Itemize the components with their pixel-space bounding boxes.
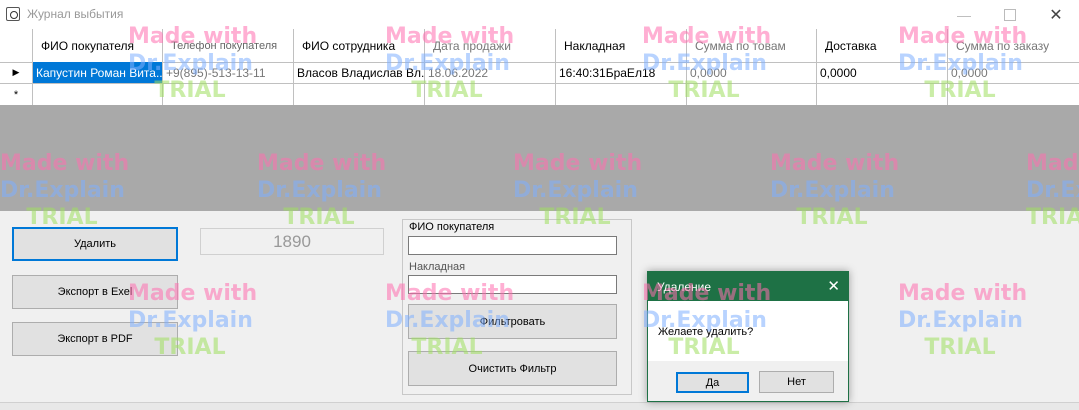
app-icon: [6, 7, 20, 21]
apply-filter-button[interactable]: Фильтровать: [408, 304, 617, 339]
cell-sum-goods[interactable]: 0,0000: [687, 62, 817, 83]
invoice-filter-input[interactable]: [408, 275, 617, 294]
new-cell[interactable]: [294, 84, 425, 105]
dialog-close-icon[interactable]: ✕: [827, 277, 840, 295]
row-header-corner: [0, 29, 33, 62]
cell-phone[interactable]: +9(895)-513-13-11: [163, 62, 294, 83]
minimize-button[interactable]: —: [941, 0, 987, 29]
new-cell[interactable]: [163, 84, 294, 105]
delete-button[interactable]: Удалить: [12, 227, 178, 261]
column-header-phone[interactable]: Телефон покупателя: [163, 29, 294, 62]
column-header-invoice[interactable]: Накладная: [556, 29, 687, 62]
watermark: Made withDr.ExplainTRIAL: [898, 281, 1028, 360]
new-row-marker: *: [0, 84, 33, 105]
new-cell[interactable]: [948, 84, 1079, 105]
maximize-button[interactable]: [987, 0, 1033, 29]
export-excel-button[interactable]: Экспорт в Exel: [12, 275, 178, 309]
column-header-employee[interactable]: ФИО сотрудника: [294, 29, 425, 62]
grid-header: ФИО покупателя Телефон покупателя ФИО со…: [0, 29, 1079, 63]
table-row[interactable]: ▶ Капустин Роман Вита... +9(895)-513-13-…: [0, 62, 1079, 84]
maximize-icon: [1004, 8, 1016, 21]
cell-date[interactable]: 18.06.2022: [425, 62, 556, 83]
close-button[interactable]: ✕: [1033, 0, 1079, 29]
new-cell[interactable]: [33, 84, 163, 105]
cell-employee[interactable]: Власов Владислав Вл...: [294, 62, 425, 83]
grid-empty-area: [0, 105, 1079, 211]
new-cell[interactable]: [817, 84, 948, 105]
dialog-message: Желаете удалить?: [658, 326, 754, 338]
title-bar: Журнал выбытия — ✕: [0, 0, 1079, 29]
buyer-filter-label: ФИО покупателя: [409, 221, 495, 233]
new-row[interactable]: *: [0, 84, 1079, 106]
cell-buyer[interactable]: Капустин Роман Вита...: [33, 62, 163, 83]
window-title: Журнал выбытия: [27, 7, 124, 21]
column-header-sum-goods[interactable]: Сумма по товам: [687, 29, 817, 62]
buyer-filter-input[interactable]: [408, 236, 617, 255]
delete-confirmation-dialog: Удаление ✕ Желаете удалить? Да Нет: [647, 271, 849, 402]
current-row-marker: ▶: [0, 62, 33, 83]
sales-journal-grid[interactable]: ФИО покупателя Телефон покупателя ФИО со…: [0, 29, 1079, 106]
new-cell[interactable]: [425, 84, 556, 105]
new-cell[interactable]: [556, 84, 687, 105]
dialog-no-button[interactable]: Нет: [759, 371, 834, 393]
dialog-title: Удаление: [657, 280, 712, 294]
export-pdf-button[interactable]: Экспорт в PDF: [12, 322, 178, 356]
dialog-title-bar: Удаление ✕: [648, 272, 848, 301]
clear-filter-button[interactable]: Очистить Фильтр: [408, 351, 617, 386]
cell-invoice[interactable]: 16:40:31БраЕл18: [556, 62, 687, 83]
column-header-delivery[interactable]: Доставка: [817, 29, 948, 62]
dialog-yes-button[interactable]: Да: [676, 372, 749, 393]
column-header-sum-order[interactable]: Сумма по заказу: [948, 29, 1079, 62]
cell-sum-order[interactable]: 0,0000: [948, 62, 1079, 83]
cell-delivery[interactable]: 0,0000: [817, 62, 948, 83]
record-counter: 1890: [200, 228, 384, 255]
column-header-date[interactable]: Дата продажи: [425, 29, 556, 62]
invoice-filter-label: Накладная: [409, 261, 466, 273]
column-header-buyer[interactable]: ФИО покупателя: [33, 29, 163, 62]
new-cell[interactable]: [687, 84, 817, 105]
